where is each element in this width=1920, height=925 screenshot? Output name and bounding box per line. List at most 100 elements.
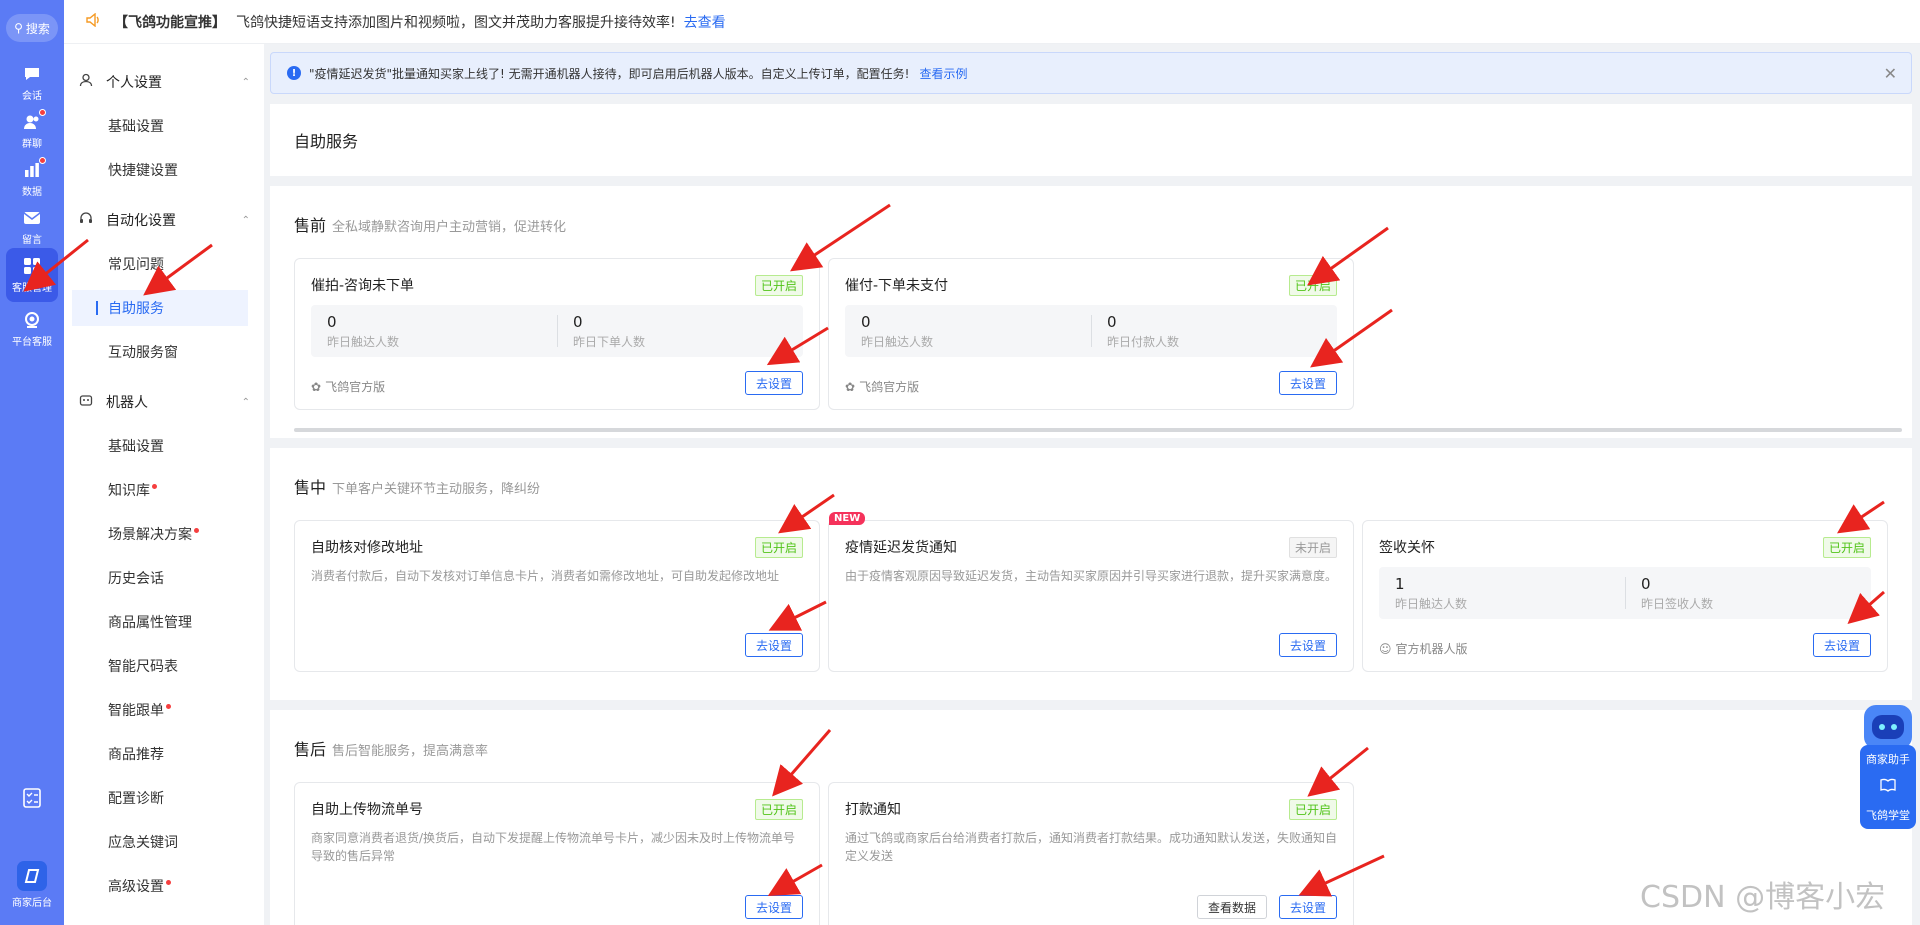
version-label: ✿ 飞鸽官方版	[845, 379, 920, 395]
helper-label[interactable]: 商家助手	[1866, 751, 1910, 767]
left-rail: ⚲ 搜索 会话 群聊 数据 留言 客服管理 平台客服 商家后台	[0, 0, 64, 925]
user-icon	[78, 73, 94, 91]
new-dot	[166, 703, 171, 709]
setup-button[interactable]: 去设置	[1278, 371, 1337, 395]
setup-button[interactable]: 去设置	[744, 633, 803, 657]
nav-group-robot[interactable]: 机器人 ⌃	[78, 384, 258, 420]
card-receipt-care: 签收关怀 已开启 1 昨日触达人数 0 昨日签收人数 ☺ 官方机器人版 去设置	[1362, 520, 1888, 672]
book-icon	[1880, 778, 1896, 795]
rail-item-message[interactable]: 留言	[0, 200, 64, 254]
chevron-up-icon: ⌃	[241, 214, 250, 226]
setup-button[interactable]: 去设置	[1278, 895, 1337, 919]
chart-icon	[21, 157, 46, 180]
status-badge: 已开启	[1288, 275, 1337, 296]
notice-banner: ! "疫情延迟发货"批量通知买家上线了! 无需开通机器人接待，即可启用后机器人版…	[270, 52, 1912, 94]
watermark: CSDN @博客小宏	[1640, 880, 1886, 915]
rail-item-merchant-backend[interactable]: 商家后台	[0, 854, 64, 916]
speaker-icon	[86, 12, 102, 31]
setup-button[interactable]: 去设置	[1278, 633, 1337, 657]
group-icon	[21, 109, 46, 132]
checklist-icon	[21, 788, 43, 808]
merchant-assistant-widget[interactable]: 商家助手 飞鸽学堂	[1860, 705, 1916, 829]
rail-item-data[interactable]: 数据	[0, 152, 64, 206]
grid-icon	[21, 256, 43, 276]
mail-icon	[21, 208, 43, 228]
setup-button[interactable]: 去设置	[744, 371, 803, 395]
announcement-text: 飞鸽快捷短语支持添加图片和视频啦，图文并茂助力客服提升接待效率!	[236, 14, 676, 31]
notice-text: "疫情延迟发货"批量通知买家上线了! 无需开通机器人接待，即可启用后机器人版本。…	[309, 66, 910, 81]
nav-item-emergency-keywords[interactable]: 应急关键词	[72, 824, 248, 860]
nav-item-shortcut-settings[interactable]: 快捷键设置	[72, 152, 248, 188]
unread-dot	[39, 157, 46, 164]
nav-item-history[interactable]: 历史会话	[72, 560, 248, 596]
nav-item-product-recommend[interactable]: 商品推荐	[72, 736, 248, 772]
rail-item-tasks[interactable]	[0, 771, 64, 825]
card-delay-notice: NEW 疫情延迟发货通知 未开启 由于疫情客观原因导致延迟发货，主动告知买家原因…	[828, 512, 1354, 672]
status-badge: 已开启	[1288, 799, 1337, 820]
stats-box: 0 昨日触达人数 0 昨日付款人数	[845, 305, 1337, 357]
nav-item-config-diagnosis[interactable]: 配置诊断	[72, 780, 248, 816]
new-badge: NEW	[829, 512, 866, 525]
status-badge: 已开启	[1822, 537, 1871, 558]
pigeon-icon: ✿	[311, 379, 322, 394]
search-icon: ⚲	[14, 21, 23, 35]
pigeon-icon: ✿	[845, 379, 856, 394]
close-icon[interactable]: ✕	[1884, 64, 1897, 83]
stats-box: 0 昨日触达人数 0 昨日下单人数	[311, 305, 803, 357]
stats-box: 1 昨日触达人数 0 昨日签收人数	[1379, 567, 1871, 619]
rail-item-platform-service[interactable]: 平台客服	[0, 302, 64, 356]
nav-group-automation[interactable]: 自动化设置 ⌃	[78, 202, 258, 238]
chevron-up-icon: ⌃	[241, 396, 250, 408]
nav-item-interactive-window[interactable]: 互动服务窗	[72, 334, 248, 370]
section-header: 售前 全私域静默咨询用户主动营销，促进转化	[294, 216, 567, 235]
setup-button[interactable]: 去设置	[744, 895, 803, 919]
chat-icon	[21, 64, 43, 84]
status-badge: 已开启	[754, 799, 803, 820]
robot-avatar-icon	[1864, 705, 1912, 749]
nav-item-self-service[interactable]: 自助服务	[72, 290, 248, 326]
card-urge-payment: 催付-下单未支付 已开启 0 昨日触达人数 0 昨日付款人数 ✿ 飞鸽官方版 去设置	[828, 258, 1354, 410]
unread-dot	[39, 109, 46, 116]
nav-item-advanced-settings[interactable]: 高级设置	[72, 868, 248, 904]
nav-item-size-chart[interactable]: 智能尺码表	[72, 648, 248, 684]
main-content: ! "疫情延迟发货"批量通知买家上线了! 无需开通机器人接待，即可启用后机器人版…	[264, 44, 1920, 925]
section-presale: 售前 全私域静默咨询用户主动营销，促进转化 催拍-咨询未下单 已开启 0 昨日触达…	[270, 186, 1912, 438]
card-payment-notice: 打款通知 已开启 通过飞鸽或商家后台给消费者打款后，通知消费者打款结果。成功通知…	[828, 782, 1354, 925]
nav-item-scene-solutions[interactable]: 场景解决方案	[72, 516, 248, 552]
new-dot	[166, 879, 171, 885]
nav-item-faq[interactable]: 常见问题	[72, 246, 248, 282]
nav-group-personal[interactable]: 个人设置 ⌃	[78, 64, 258, 100]
nav-item-basic-settings[interactable]: 基础设置	[72, 108, 248, 144]
nav-item-robot-basic[interactable]: 基础设置	[72, 428, 248, 464]
robot-icon: ☺	[1379, 641, 1392, 656]
version-label: ✿ 飞鸽官方版	[311, 379, 386, 395]
rail-item-group[interactable]: 群聊	[0, 104, 64, 158]
new-dot	[152, 483, 157, 489]
setup-button[interactable]: 去设置	[1812, 633, 1871, 657]
card-upload-tracking: 自助上传物流单号 已开启 商家同意消费者退货/换货后，自动下发提醒上传物流单号卡…	[294, 782, 820, 925]
search-button[interactable]: ⚲ 搜索	[6, 14, 58, 42]
status-badge: 未开启	[1288, 537, 1337, 558]
card-address-check: 自助核对修改地址 已开启 消费者付款后，自动下发核对订单信息卡片，消费者如需修改…	[294, 520, 820, 672]
rail-item-service-manage[interactable]: 客服管理	[6, 248, 58, 302]
notice-link[interactable]: 查看示例	[919, 65, 967, 82]
rail-item-chat[interactable]: 会话	[0, 56, 64, 110]
store-icon	[17, 861, 47, 891]
robot-icon	[78, 393, 94, 411]
nav-item-smart-followup[interactable]: 智能跟单	[72, 692, 248, 728]
nav-item-product-attributes[interactable]: 商品属性管理	[72, 604, 248, 640]
horizontal-scrollbar[interactable]	[294, 428, 1902, 432]
chevron-up-icon: ⌃	[241, 76, 250, 88]
announcement-link[interactable]: 去查看	[684, 12, 726, 32]
info-icon: !	[287, 66, 301, 80]
version-label: ☺ 官方机器人版	[1379, 641, 1468, 657]
settings-sidebar: 个人设置 ⌃ 基础设置 快捷键设置 自动化设置 ⌃ 常见问题 自助服务 互动服务…	[64, 44, 264, 925]
announcement-tag: 【飞鸽功能宣推】	[114, 14, 226, 31]
nav-item-knowledge-base[interactable]: 知识库	[72, 472, 248, 508]
view-data-button[interactable]: 查看数据	[1196, 895, 1267, 919]
section-header: 售中 下单客户关键环节主动服务，降纠纷	[294, 478, 541, 497]
section-header: 售后 售后智能服务，提高满意率	[294, 740, 489, 759]
academy-label[interactable]: 飞鸽学堂	[1866, 807, 1910, 823]
announcement-bar: 【飞鸽功能宣推】 飞鸽快捷短语支持添加图片和视频啦，图文并茂助力客服提升接待效率…	[64, 0, 1920, 44]
status-badge: 已开启	[754, 275, 803, 296]
